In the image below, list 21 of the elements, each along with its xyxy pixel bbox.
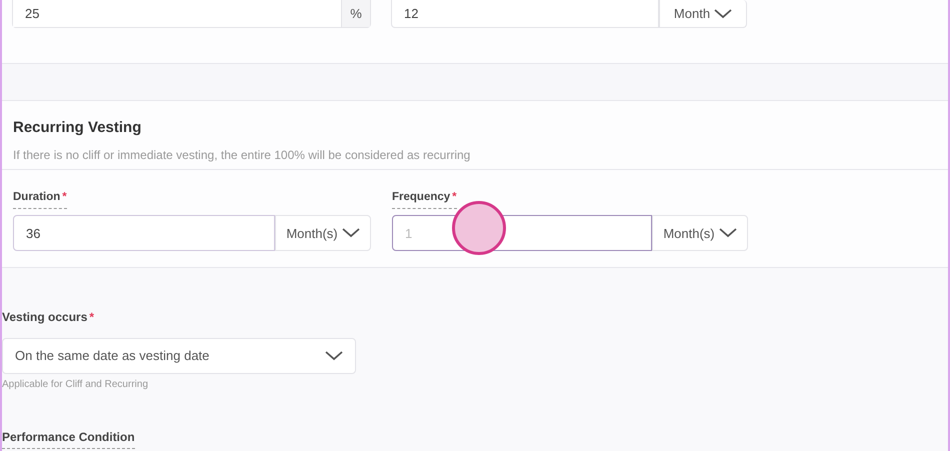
field-label: Performance Condition	[2, 428, 135, 449]
select-dropdown[interactable]: On the same date as vesting date	[2, 338, 356, 374]
click-indicator	[452, 201, 506, 255]
chevron-down-icon	[342, 228, 360, 238]
chevron-down-icon	[714, 8, 732, 18]
unit-dropdown[interactable]: Month(s)	[275, 215, 371, 252]
label-text: Vesting occurs	[2, 309, 88, 326]
section-description: If there is no cliff or immediate vesting, the entire 100% will be considered as recurring	[13, 146, 470, 164]
input-field[interactable]: 36	[13, 215, 275, 252]
label-text: Frequency	[392, 190, 450, 205]
hint-text: Applicable for Cliff and Recurring	[2, 378, 148, 392]
unit-dropdown[interactable]: Month(s)	[652, 215, 748, 252]
section-title: Recurring Vesting	[13, 118, 142, 138]
required-mark: *	[62, 190, 67, 205]
label-text: Duration	[13, 190, 60, 205]
required-mark: *	[452, 190, 457, 205]
chevron-down-icon	[718, 228, 737, 238]
required-mark: *	[89, 309, 94, 326]
chevron-down-icon	[325, 351, 343, 361]
unit-dropdown[interactable]: Month	[659, 0, 747, 28]
input-field[interactable]: 12	[391, 0, 659, 28]
